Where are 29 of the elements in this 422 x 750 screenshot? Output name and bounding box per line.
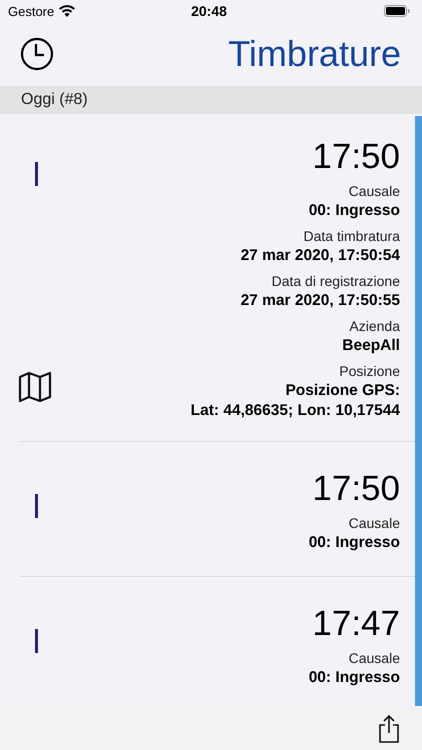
field-label: Data di registrazione — [272, 272, 400, 291]
entry-time: 17:47 — [312, 605, 400, 643]
entry-time: 17:50 — [312, 138, 400, 176]
field-label: Causale — [348, 649, 400, 668]
entry-time: 17:50 — [312, 470, 400, 508]
field-label: Data timbratura — [304, 227, 400, 246]
field-value: Posizione GPS: Lat: 44,86635; Lon: 10,17544 — [190, 381, 400, 421]
field-label: Azienda — [349, 317, 400, 336]
share-icon[interactable] — [378, 714, 400, 742]
entry-bar-icon — [35, 494, 38, 518]
wifi-icon — [59, 5, 76, 17]
page-title: Timbrature — [228, 32, 401, 74]
section-title: Oggi (#8) — [21, 91, 88, 109]
entry-bar-icon — [35, 162, 38, 186]
clock-icon[interactable] — [20, 36, 54, 70]
field-label: Causale — [348, 182, 400, 201]
battery-icon — [384, 5, 410, 17]
field-value: 27 mar 2020, 17:50:54 — [240, 246, 400, 266]
field-value: 27 mar 2020, 17:50:55 — [240, 291, 400, 311]
carrier-name: Gestore — [8, 4, 54, 18]
map-icon[interactable] — [18, 371, 52, 403]
field-value: BeepAll — [342, 336, 400, 356]
field-label: Posizione — [339, 362, 400, 381]
clock-time: 20:48 — [190, 3, 228, 19]
entry-bar-icon — [35, 629, 38, 653]
field-label: Causale — [348, 514, 400, 533]
field-value: 00: Ingresso — [308, 668, 400, 688]
field-value: 00: Ingresso — [308, 201, 400, 221]
field-value: 00: Ingresso — [308, 533, 400, 553]
